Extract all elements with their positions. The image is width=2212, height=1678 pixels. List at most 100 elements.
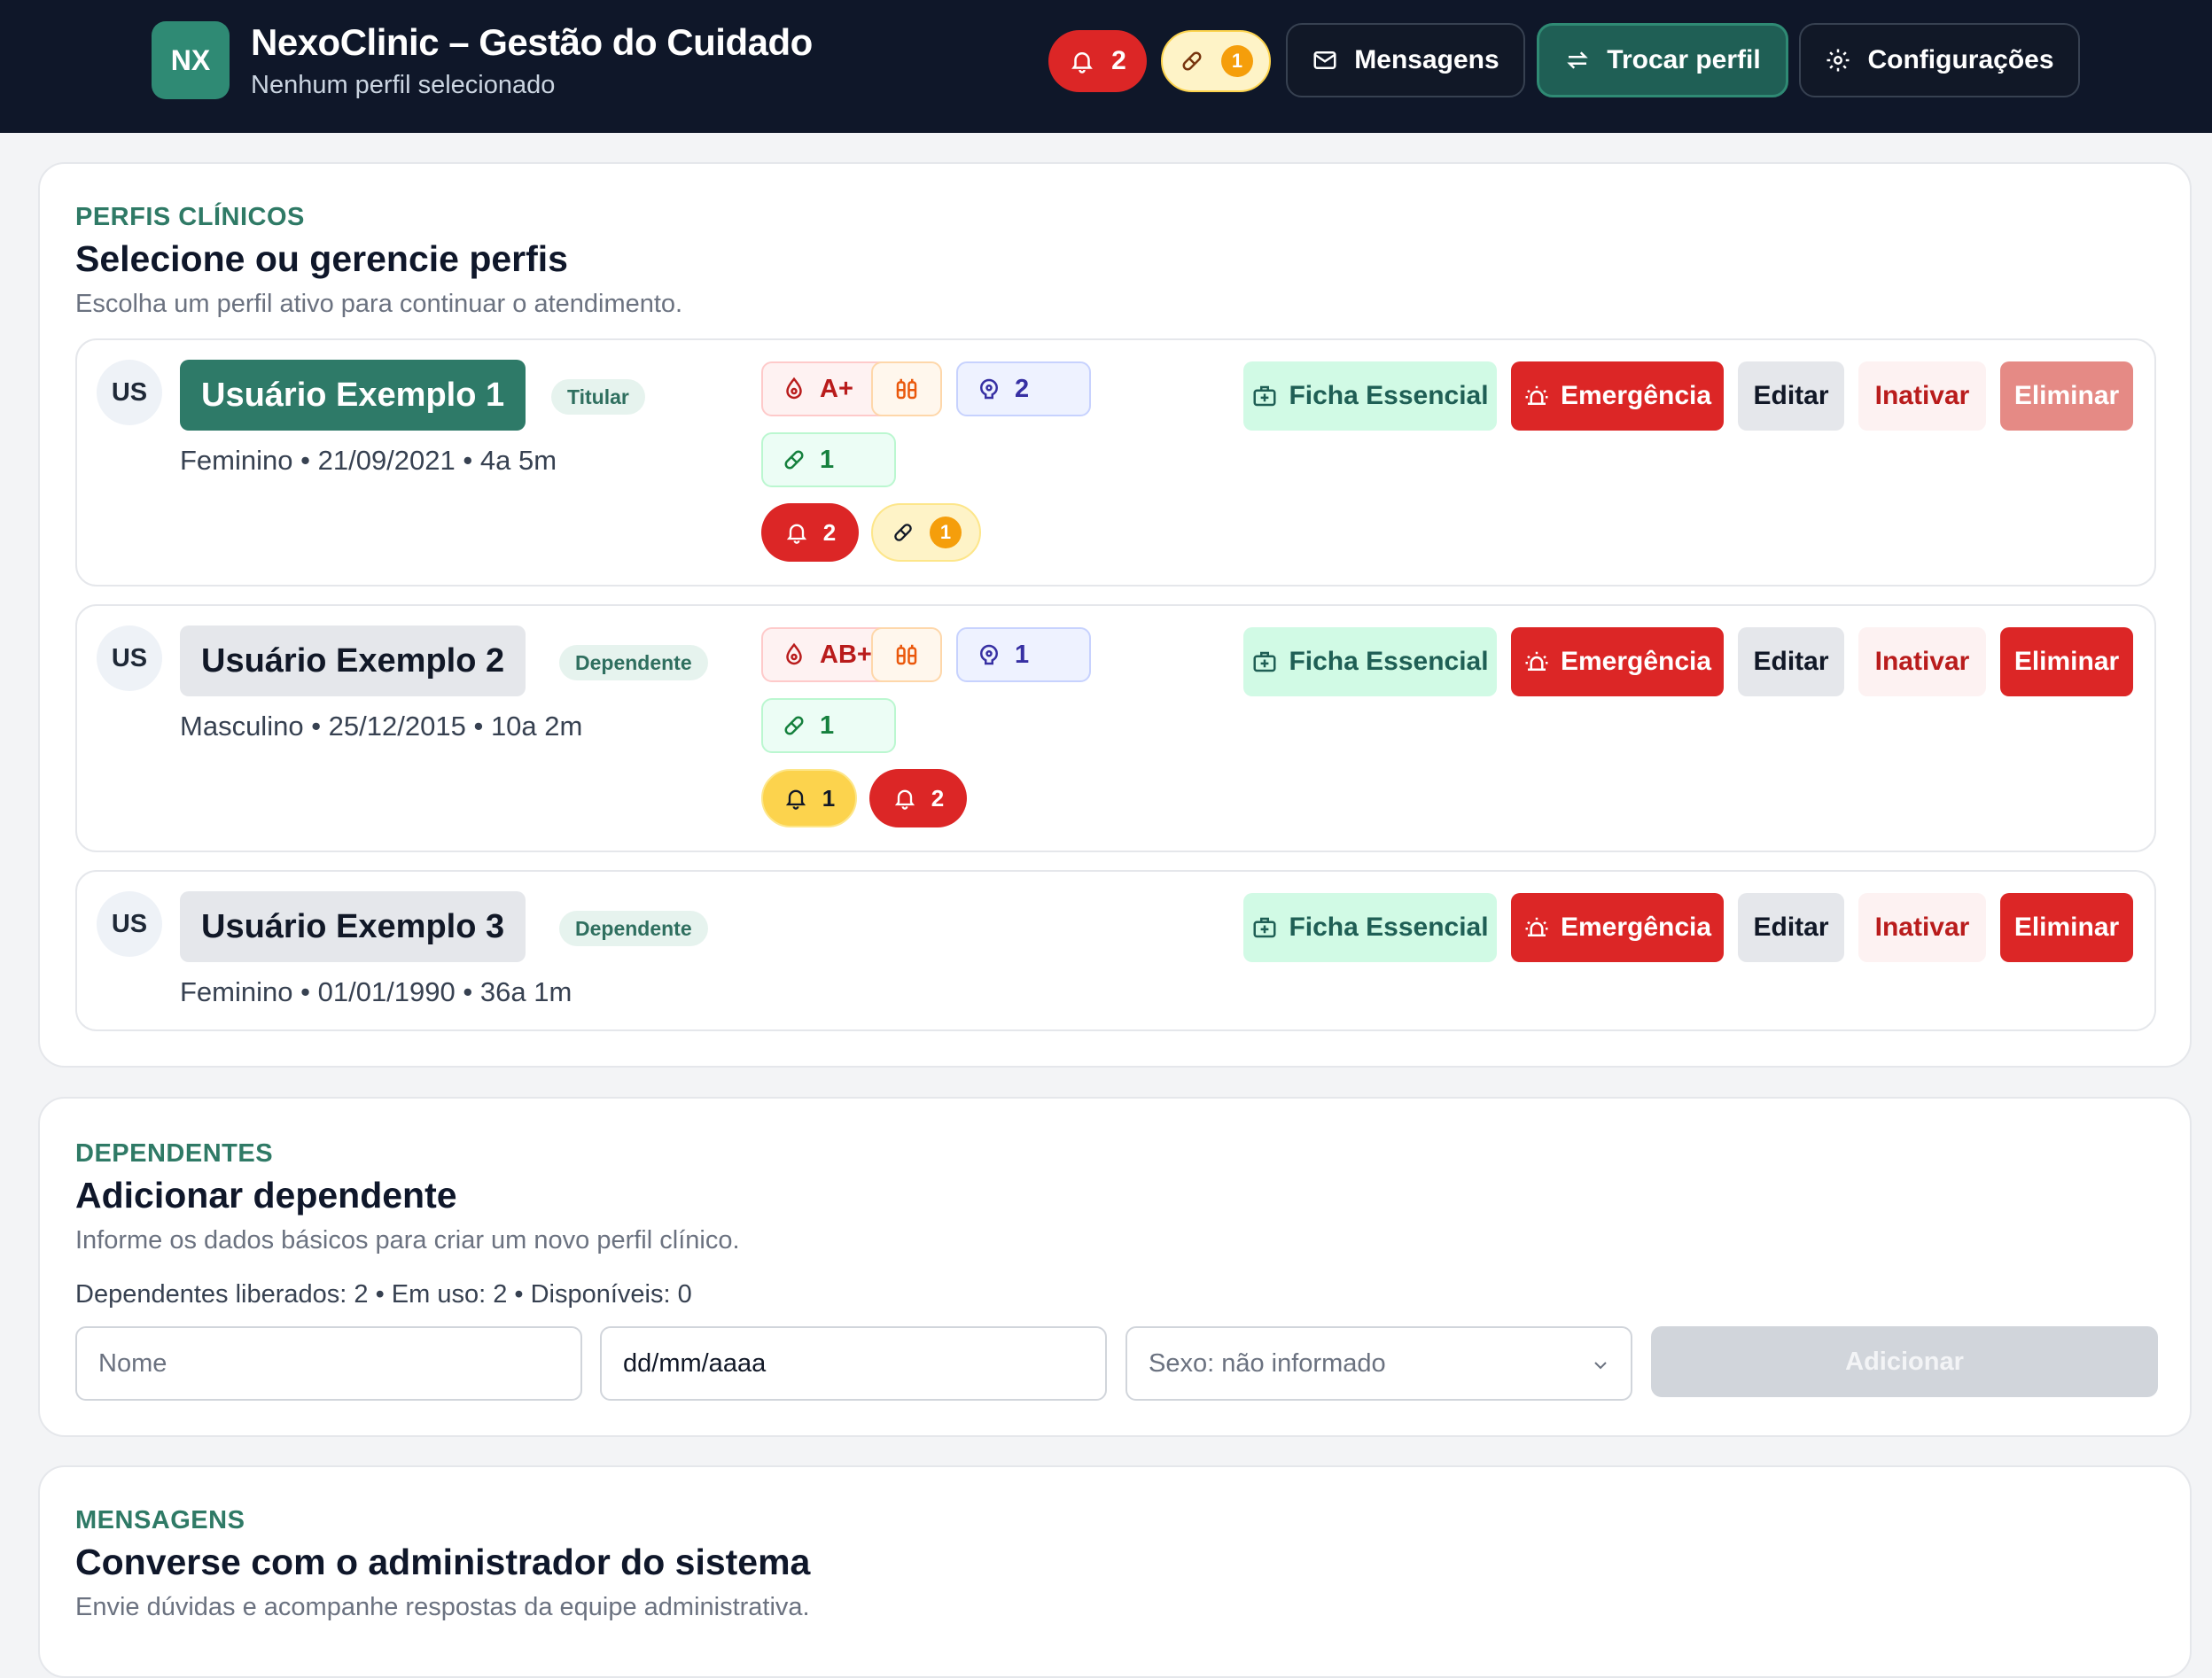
role-badge: Titular <box>551 379 645 415</box>
profile-birthdate: 01/01/1990 <box>317 976 456 1007</box>
app-logo: NX <box>152 21 230 99</box>
meta-separator: • <box>300 976 310 1007</box>
meta-separator: • <box>311 711 322 742</box>
messages-eyebrow: MENSAGENS <box>75 1506 245 1534</box>
mail-icon <box>1313 51 1336 69</box>
profiles-card: PERFIS CLÍNICOS Selecione ou gerencie pe… <box>38 162 2192 1068</box>
pill-chip: 1 <box>761 432 896 487</box>
pill-icon <box>784 716 804 735</box>
medicine-icon <box>896 378 917 400</box>
blood-type: A+ <box>820 374 853 403</box>
sex-select-value: Sexo: não informado <box>1149 1348 1386 1378</box>
settings-label: Configurações <box>1867 45 2054 74</box>
profiles-eyebrow: PERFIS CLÍNICOS <box>75 203 305 231</box>
profile-meta: Feminino • 01/01/1990 • 36a 1m <box>180 976 572 1008</box>
pill-count: 1 <box>820 445 835 474</box>
emergency-button[interactable]: Emergência <box>1511 627 1724 696</box>
warning-alert-badge[interactable]: 1 <box>761 769 857 827</box>
meta-separator: • <box>463 445 473 476</box>
profile-birthdate: 25/12/2015 <box>328 711 466 742</box>
medication-alert-badge[interactable]: 1 <box>871 503 981 562</box>
essential-record-label: Ficha Essencial <box>1289 913 1489 942</box>
deactivate-button[interactable]: Inativar <box>1858 361 1986 431</box>
profile-name[interactable]: Usuário Exemplo 1 <box>180 360 526 431</box>
pill-icon <box>894 524 912 541</box>
settings-button[interactable]: Configurações <box>1799 23 2080 97</box>
essential-record-label: Ficha Essencial <box>1289 381 1489 410</box>
siren-icon <box>1525 917 1548 936</box>
alert-count: 2 <box>931 784 945 812</box>
alert-badge[interactable]: 2 <box>869 769 967 827</box>
profile-age: 4a 5m <box>479 445 557 476</box>
medical-kit-icon <box>1253 917 1276 938</box>
sex-select[interactable]: Sexo: não informado <box>1125 1326 1632 1401</box>
edit-button[interactable]: Editar <box>1738 361 1844 431</box>
bell-icon <box>785 789 806 810</box>
delete-button[interactable]: Eliminar <box>2000 893 2133 962</box>
meta-separator: • <box>300 445 310 476</box>
drop-icon <box>786 377 802 400</box>
conditions-chip: 1 <box>956 627 1091 682</box>
emergency-button[interactable]: Emergência <box>1511 361 1724 431</box>
profile-card[interactable]: US Usuário Exemplo 3 Dependente Feminino… <box>75 870 2156 1031</box>
profiles-title: Selecione ou gerencie perfis <box>75 238 568 279</box>
profile-card[interactable]: US Usuário Exemplo 2 Dependente Masculin… <box>75 604 2156 852</box>
profile-name[interactable]: Usuário Exemplo 3 <box>180 891 526 962</box>
add-dependent-button[interactable]: Adicionar <box>1651 1326 2158 1397</box>
messages-button[interactable]: Mensagens <box>1286 23 1525 97</box>
app-title: NexoClinic – Gestão do Cuidado <box>251 21 813 63</box>
essential-record-button[interactable]: Ficha Essencial <box>1243 627 1497 696</box>
avatar: US <box>97 625 162 691</box>
dependents-card: DEPENDENTES Adicionar dependente Informe… <box>38 1097 2192 1437</box>
essential-record-label: Ficha Essencial <box>1289 647 1489 676</box>
emergency-label: Emergência <box>1560 913 1712 942</box>
conditions-count: 2 <box>1015 374 1030 403</box>
blood-type: AB+ <box>820 640 872 669</box>
essential-record-button[interactable]: Ficha Essencial <box>1243 361 1497 431</box>
profile-name[interactable]: Usuário Exemplo 2 <box>180 625 526 696</box>
profile-sex: Masculino <box>180 711 304 742</box>
edit-button[interactable]: Editar <box>1738 627 1844 696</box>
messages-label: Mensagens <box>1354 45 1499 74</box>
emergency-label: Emergência <box>1560 381 1712 410</box>
delete-button[interactable]: Eliminar <box>2000 361 2133 431</box>
messages-card: MENSAGENS Converse com o administrador d… <box>38 1465 2192 1678</box>
brain-icon <box>979 378 999 400</box>
warning-alert-count: 1 <box>822 784 836 812</box>
birthdate-input[interactable]: dd/mm/aaaa <box>600 1326 1107 1401</box>
meta-separator: • <box>473 711 484 742</box>
gear-icon <box>1826 49 1850 72</box>
emergency-button[interactable]: Emergência <box>1511 893 1724 962</box>
avatar: US <box>97 891 162 957</box>
profile-meta: Masculino • 25/12/2015 • 10a 2m <box>180 711 582 742</box>
avatar: US <box>97 360 162 425</box>
messages-description: Envie dúvidas e acompanhe respostas da e… <box>75 1593 810 1621</box>
bell-icon <box>786 524 806 544</box>
meta-separator: • <box>463 976 473 1007</box>
name-input[interactable] <box>75 1326 582 1401</box>
edit-button[interactable]: Editar <box>1738 893 1844 962</box>
medical-kit-icon <box>1253 385 1276 407</box>
alerts-button[interactable]: 2 <box>1048 30 1147 92</box>
profiles-description: Escolha um perfil ativo para continuar o… <box>75 290 683 318</box>
role-badge: Dependente <box>559 911 708 946</box>
medication-alerts-button[interactable]: 1 <box>1161 30 1271 92</box>
delete-button[interactable]: Eliminar <box>2000 627 2133 696</box>
alert-count: 2 <box>822 518 837 546</box>
profile-birthdate: 21/09/2021 <box>317 445 456 476</box>
alert-badge[interactable]: 2 <box>761 503 859 562</box>
messages-title: Converse com o administrador do sistema <box>75 1542 811 1582</box>
swap-icon <box>1567 51 1589 69</box>
conditions-chip: 2 <box>956 361 1091 416</box>
profile-card[interactable]: US Usuário Exemplo 1 Titular Feminino • … <box>75 338 2156 587</box>
deactivate-button[interactable]: Inativar <box>1858 893 1986 962</box>
alerts-count: 2 <box>1111 46 1126 75</box>
switch-profile-label: Trocar perfil <box>1607 45 1761 74</box>
profile-sex: Feminino <box>180 445 293 476</box>
switch-profile-button[interactable]: Trocar perfil <box>1537 23 1788 97</box>
dependents-stats: Dependentes liberados: 2 • Em uso: 2 • D… <box>75 1280 692 1309</box>
deactivate-button[interactable]: Inativar <box>1858 627 1986 696</box>
medical-kit-icon <box>1253 651 1276 672</box>
essential-record-button[interactable]: Ficha Essencial <box>1243 893 1497 962</box>
medication-chip <box>871 361 942 416</box>
